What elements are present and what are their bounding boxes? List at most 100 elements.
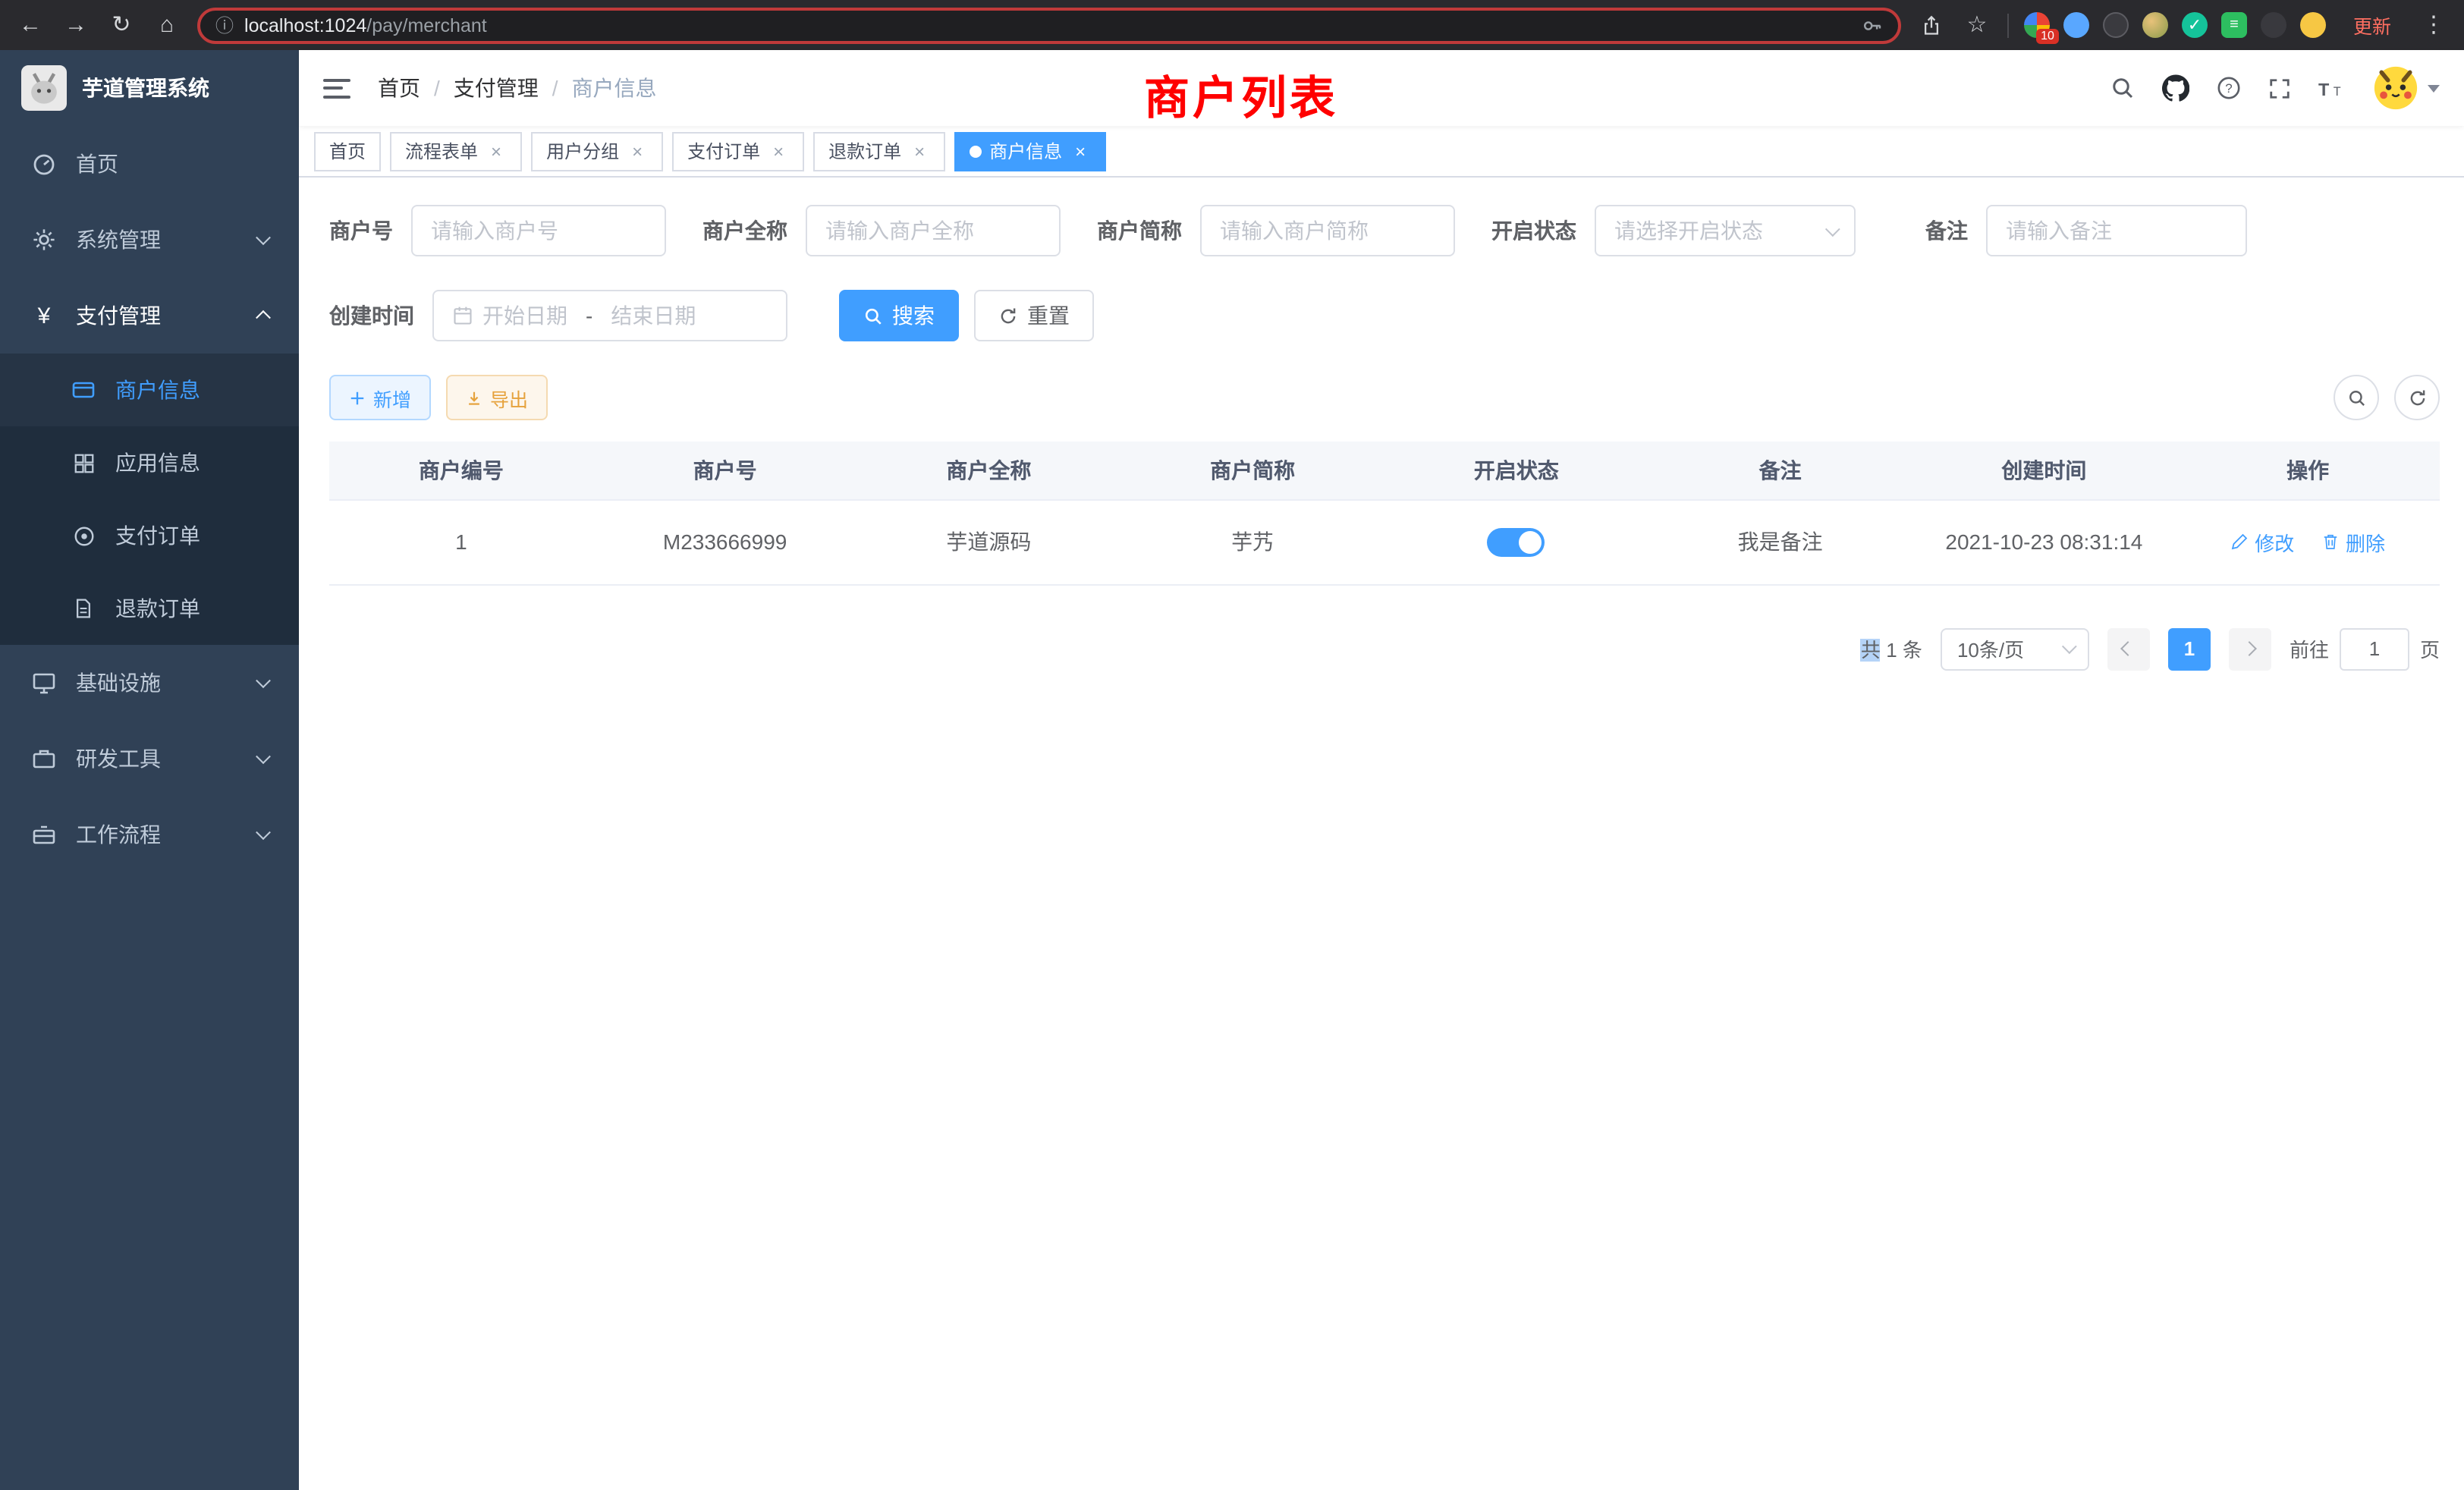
col-create-time: 创建时间 [1912,442,2176,499]
tab-user-group[interactable]: 用户分组 × [531,131,663,171]
filter-label: 商户简称 [1097,215,1182,246]
bookmark-star-icon[interactable]: ☆ [1962,10,1992,40]
sidebar-item-merchant-info[interactable]: 商户信息 [0,354,299,426]
chevron-down-icon [256,749,271,764]
tab-close-icon[interactable]: × [1070,140,1091,162]
extension-colorwheel-icon[interactable]: 10 [2024,12,2050,38]
breadcrumb-home[interactable]: 首页 [378,73,420,103]
github-icon[interactable] [2162,74,2189,102]
hamburger-icon[interactable] [323,78,350,98]
delete-link[interactable]: 删除 [2321,527,2385,556]
prev-page-button[interactable] [2107,627,2150,670]
merchant-short-input[interactable] [1220,218,1435,243]
browser-home-icon[interactable]: ⌂ [152,10,182,40]
status-select[interactable]: 请选择开启状态 [1595,205,1856,256]
extension-globe-icon[interactable] [2103,12,2129,38]
extension-avatar-icon[interactable] [2142,12,2168,38]
browser-update-button[interactable]: 更新 [2341,6,2403,44]
extension-paw-icon[interactable] [2261,12,2286,38]
filter-merchant-no: 商户号 [329,205,666,256]
tab-merchant-info[interactable]: 商户信息 × [954,131,1106,171]
export-button[interactable]: 导出 [446,375,548,420]
annotation-merchant-list: 商户列表 [1144,61,1338,127]
date-range-picker[interactable]: 开始日期 - 结束日期 [432,290,787,341]
goto-group: 前往 页 [2290,627,2440,670]
reset-button[interactable]: 重置 [974,290,1094,341]
help-icon[interactable]: ? [2217,76,2241,100]
app-window: 芋道管理系统 首页 系统管理 ¥ [0,50,2464,1490]
next-page-button[interactable] [2229,627,2271,670]
refresh-table-icon-button[interactable] [2394,375,2440,420]
merchant-no-input-wrap [411,205,666,256]
merchant-table: 商户编号 商户号 商户全称 商户简称 开启状态 备注 创建时间 操作 1 [329,442,2440,585]
sidebar-item-payment[interactable]: ¥ 支付管理 [0,278,299,354]
sidebar-item-dev-tools[interactable]: 研发工具 [0,721,299,797]
filter-label: 创建时间 [329,300,414,331]
table-toolbar: 新增 导出 [329,375,2440,420]
target-icon [70,524,97,547]
merchant-no-input[interactable] [431,218,646,243]
edit-link[interactable]: 修改 [2230,527,2294,556]
share-icon[interactable] [1916,10,1947,40]
browser-menu-icon[interactable]: ⋮ [2418,10,2449,40]
browser-refresh-icon[interactable]: ↻ [106,10,137,40]
sidebar-item-app-info[interactable]: 应用信息 [0,426,299,499]
remark-input-wrap [1986,205,2247,256]
sidebar-item-refund-orders[interactable]: 退款订单 [0,572,299,645]
chevron-down-icon [2062,639,2077,654]
add-button[interactable]: 新增 [329,375,431,420]
col-status: 开启状态 [1384,442,1648,499]
extension-drop-icon[interactable] [2063,12,2089,38]
browser-forward-icon[interactable]: → [61,10,91,40]
cell-create-time: 2021-10-23 08:31:14 [1912,499,2176,584]
breadcrumb-payment[interactable]: 支付管理 [454,73,539,103]
user-avatar-menu[interactable] [2373,65,2440,111]
tab-refund-orders[interactable]: 退款订单 × [813,131,945,171]
search-button[interactable]: 搜索 [839,290,959,341]
tab-home[interactable]: 首页 [314,131,381,171]
logo-avatar [21,65,67,111]
credit-card-icon [70,378,97,402]
tab-close-icon[interactable]: × [627,140,648,162]
tab-close-icon[interactable]: × [486,140,507,162]
font-size-icon[interactable]: TT [2318,77,2346,99]
toggle-search-icon-button[interactable] [2334,375,2379,420]
sidebar-item-payment-orders[interactable]: 支付订单 [0,499,299,572]
svg-text:?: ? [2225,81,2232,96]
extension-check-icon[interactable]: ✓ [2182,12,2208,38]
app-logo[interactable]: 芋道管理系统 [0,50,299,126]
extension-notes-icon[interactable]: ≡ [2221,12,2247,38]
sidebar-item-system[interactable]: 系统管理 [0,202,299,278]
url-host: localhost:1024 [244,14,366,36]
page-number-1[interactable]: 1 [2168,627,2211,670]
cell-remark: 我是备注 [1648,499,1912,584]
filter-merchant-short: 商户简称 [1097,205,1455,256]
status-toggle[interactable] [1488,527,1545,556]
tab-process-form[interactable]: 流程表单 × [390,131,522,171]
search-button-label: 搜索 [892,300,935,331]
tabs-bar: 首页 流程表单 × 用户分组 × 支付订单 × 退款订单 × [299,126,2464,178]
tab-payment-orders[interactable]: 支付订单 × [672,131,804,171]
tab-close-icon[interactable]: × [768,140,789,162]
remark-input[interactable] [2006,218,2227,243]
sidebar-item-workflow[interactable]: 工作流程 [0,797,299,872]
profile-smiley-icon[interactable] [2300,12,2326,38]
fullscreen-icon[interactable] [2268,77,2291,99]
address-bar[interactable]: ⓘ localhost:1024/pay/merchant [197,7,1901,43]
sidebar-item-infrastructure[interactable]: 基础设施 [0,645,299,721]
goto-page-input[interactable] [2340,627,2409,670]
page-size-select[interactable]: 10条/页 [1941,627,2089,670]
goto-suffix: 页 [2420,634,2440,663]
chevron-right-icon [2242,641,2258,656]
reset-button-label: 重置 [1027,300,1070,331]
col-actions: 操作 [2176,442,2440,499]
site-info-icon[interactable]: ⓘ [215,12,234,38]
password-key-icon[interactable] [1862,14,1883,36]
search-icon[interactable] [2110,76,2135,100]
merchant-name-input[interactable] [825,218,1041,243]
extensions-row: 10 ✓ ≡ [2024,12,2326,38]
tab-close-icon[interactable]: × [909,140,930,162]
merchant-short-input-wrap [1200,205,1455,256]
sidebar-item-home[interactable]: 首页 [0,126,299,202]
browser-back-icon[interactable]: ← [15,10,46,40]
